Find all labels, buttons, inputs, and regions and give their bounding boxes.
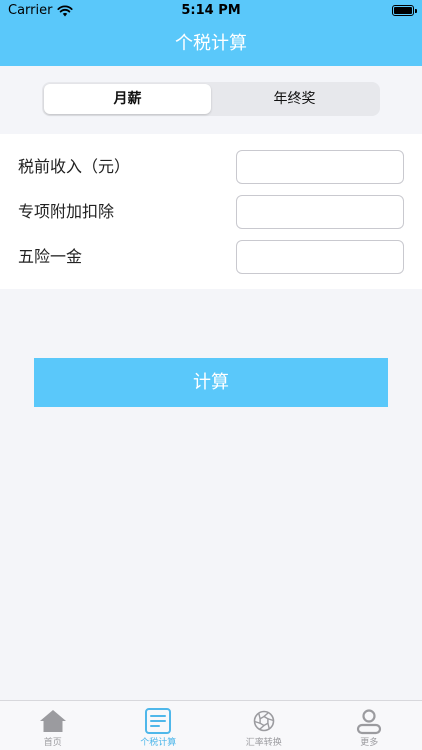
tab-more-label: 更多 bbox=[360, 738, 379, 748]
segment-year-end-bonus[interactable]: 年终奖 bbox=[211, 84, 378, 114]
tab-home[interactable]: 首页 bbox=[0, 701, 106, 750]
segment-monthly-salary[interactable]: 月薪 bbox=[44, 84, 211, 114]
pretax-income-label: 税前收入（元） bbox=[18, 157, 131, 176]
home-icon bbox=[39, 710, 66, 732]
social-insurance-label: 五险一金 bbox=[18, 247, 83, 266]
person-icon bbox=[357, 709, 382, 735]
social-insurance-input[interactable] bbox=[236, 240, 404, 274]
calculate-button[interactable]: 计算 bbox=[34, 358, 388, 407]
tab-tax-calculator[interactable]: 个税计算 bbox=[106, 701, 212, 750]
tab-exchange-rate-label: 汇率转换 bbox=[245, 738, 282, 748]
status-bar: Carrier 5:14 PM bbox=[0, 0, 422, 22]
battery-icon bbox=[392, 5, 417, 16]
navigation-bar: 个税计算 bbox=[0, 22, 422, 66]
status-time: 5:14 PM bbox=[181, 3, 241, 18]
aperture-icon bbox=[253, 710, 275, 732]
form-row-pretax-income: 税前收入（元） bbox=[0, 150, 422, 184]
special-deduction-label: 专项附加扣除 bbox=[18, 202, 115, 221]
pretax-income-input[interactable] bbox=[236, 150, 404, 184]
salary-type-segmented-control: 月薪 年终奖 bbox=[42, 82, 380, 116]
form-row-social-insurance: 五险一金 bbox=[0, 240, 422, 274]
tab-home-label: 首页 bbox=[43, 738, 62, 748]
battery-level bbox=[394, 7, 412, 14]
tab-bar: 首页 个税计算 汇率转换 更多 bbox=[0, 700, 422, 750]
special-deduction-input[interactable] bbox=[236, 195, 404, 229]
tab-more[interactable]: 更多 bbox=[317, 701, 422, 750]
tab-exchange-rate[interactable]: 汇率转换 bbox=[211, 701, 317, 750]
tab-tax-calculator-label: 个税计算 bbox=[140, 738, 177, 748]
form-row-special-deduction: 专项附加扣除 bbox=[0, 195, 422, 229]
tax-input-form: 税前收入（元） 专项附加扣除 五险一金 bbox=[0, 134, 422, 289]
document-icon bbox=[145, 708, 172, 734]
page-title: 个税计算 bbox=[175, 33, 247, 54]
segment-area: 月薪 年终奖 bbox=[0, 66, 422, 134]
